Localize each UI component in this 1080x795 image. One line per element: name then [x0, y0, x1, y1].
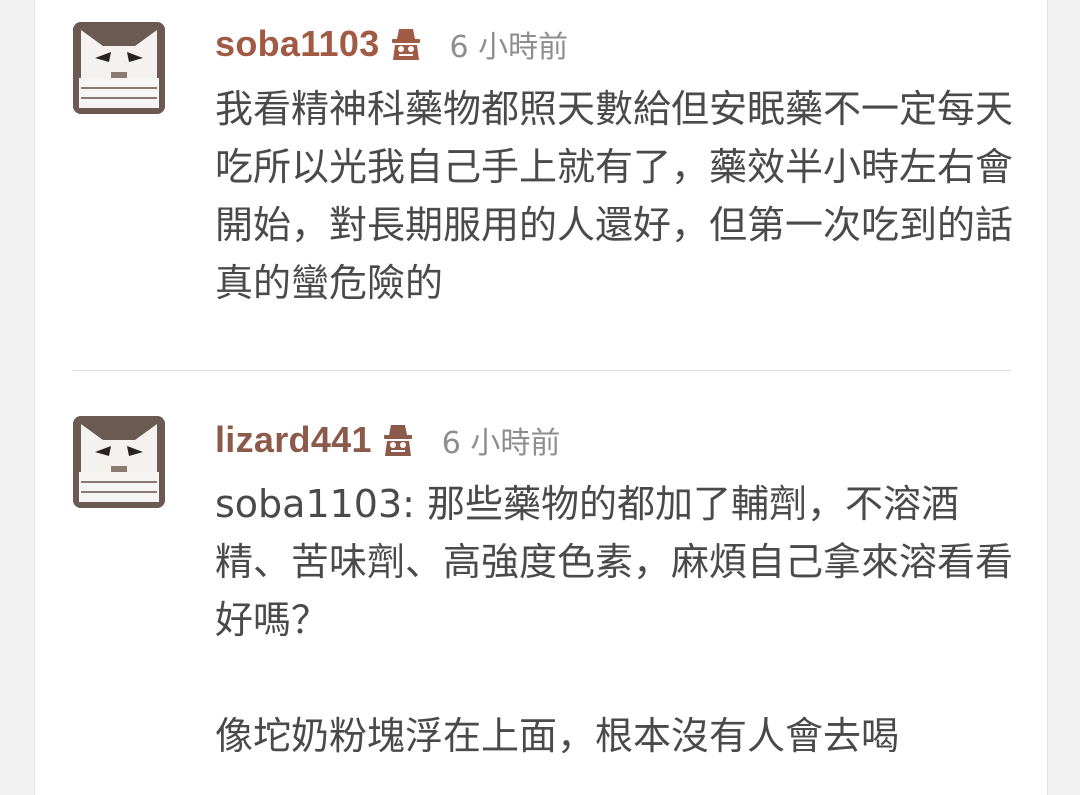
username[interactable]: lizard441	[215, 419, 372, 461]
avatar[interactable]	[73, 416, 165, 508]
comment-text: 我看精神科藥物都照天數給但安眠藥不一定每天吃所以光我自己手上就有了，藥效半小時左…	[215, 87, 1014, 305]
avatar[interactable]	[73, 22, 165, 114]
comment-text: soba1103: 那些藥物的都加了輔劑，不溶酒精、苦味劑、高強度色素，麻煩自己…	[215, 482, 1014, 758]
comment-list: soba1103 6 小時前 我看精神科藥物都照天數給但安眠藥不一定每天吃所以光…	[34, 0, 1048, 795]
spy-hat-icon	[390, 27, 422, 61]
username[interactable]: soba1103	[215, 23, 380, 65]
masked-face-avatar-icon	[73, 22, 165, 114]
masked-face-avatar-icon	[73, 416, 165, 508]
spy-hat-icon	[382, 423, 414, 457]
comment-header: soba1103 6 小時前	[215, 22, 568, 66]
comment-header: lizard441 6 小時前	[215, 418, 560, 462]
page: soba1103 6 小時前 我看精神科藥物都照天數給但安眠藥不一定每天吃所以光…	[0, 0, 1080, 795]
timestamp: 6 小時前	[441, 426, 561, 461]
timestamp: 6 小時前	[449, 30, 569, 65]
divider	[73, 370, 1011, 371]
